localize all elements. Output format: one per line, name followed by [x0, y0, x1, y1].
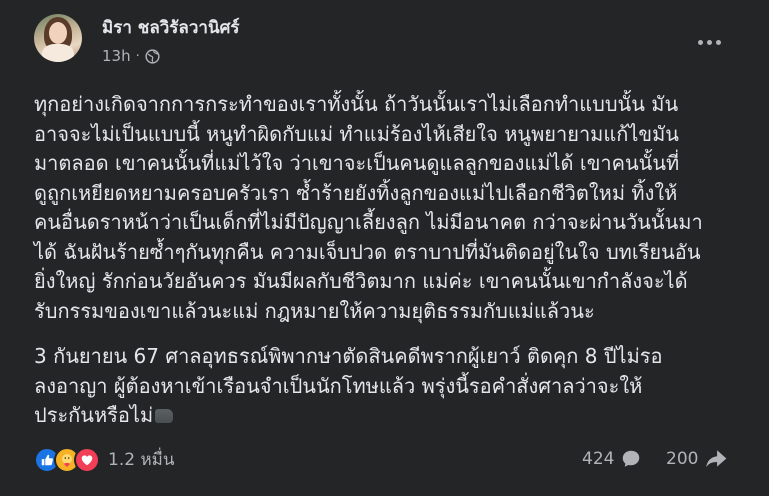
more-icon[interactable]	[694, 32, 724, 52]
comment-count: 424	[582, 449, 615, 469]
reactions-summary[interactable]: 1.2 หมื่น	[34, 446, 174, 473]
author-name[interactable]: มิรา ชลวิรัลวานิศร์	[102, 14, 240, 41]
facebook-post: มิรา ชลวิรัลวานิศร์ 13h · ทุกอย่างเกิดจา…	[0, 0, 769, 496]
globe-icon[interactable]	[145, 48, 160, 64]
post-body: ทุกอย่างเกิดจากการกระทำของเราทั้งนั้น ถ้…	[34, 90, 734, 431]
comment-icon	[623, 450, 640, 467]
avatar[interactable]	[34, 14, 82, 62]
share-icon	[706, 450, 727, 468]
post-paragraph-2: 3 กันยายน 67 ศาลอุทธรณ์พิพากษาตัดสินคดีพ…	[34, 342, 734, 431]
post-paragraph-2-text: 3 กันยายน 67 ศาลอุทธรณ์พิพากษาตัดสินคดีพ…	[34, 344, 663, 427]
post-paragraph-1: ทุกอย่างเกิดจากการกระทำของเราทั้งนั้น ถ้…	[34, 92, 703, 323]
share-count: 200	[666, 449, 699, 469]
shares-link[interactable]: 200	[666, 448, 728, 470]
comments-link[interactable]: 424	[582, 448, 642, 470]
love-icon	[74, 446, 100, 473]
meta-separator: ·	[135, 48, 140, 64]
hand-emoji-icon	[155, 409, 174, 423]
post-meta: 13h ·	[102, 47, 160, 65]
post-time[interactable]: 13h	[102, 47, 131, 65]
reaction-count: 1.2 หมื่น	[108, 450, 175, 470]
